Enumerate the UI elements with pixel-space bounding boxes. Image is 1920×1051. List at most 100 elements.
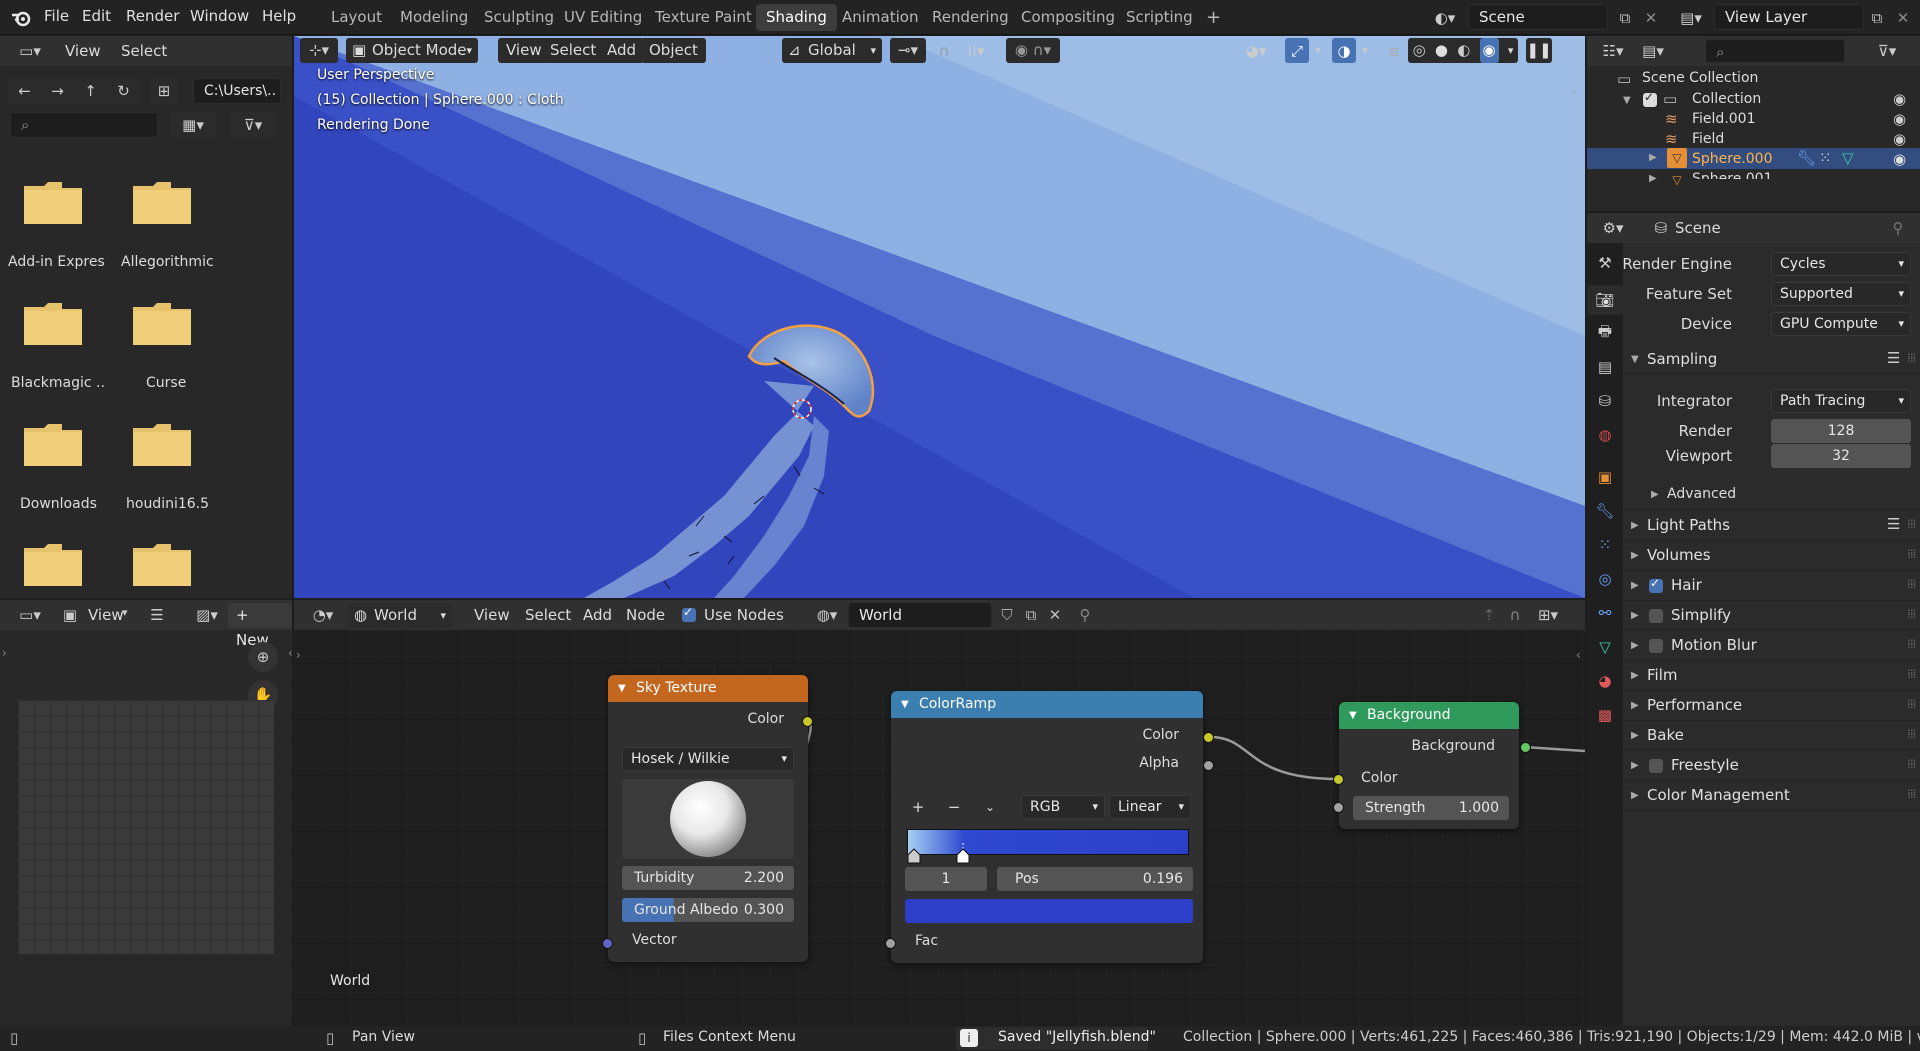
bg-strength-input-socket[interactable] <box>1333 802 1344 813</box>
filter-icon[interactable]: ⊽▾ <box>1867 39 1907 63</box>
snap-grid-icon[interactable]: ⁞⁞▾ <box>956 38 996 63</box>
close-viewlayer-icon[interactable]: ✕ <box>1892 6 1914 30</box>
drag-grip-icon[interactable]: ⁞⁞⁞ <box>1907 757 1917 771</box>
physics-tab-icon[interactable]: ◎ <box>1593 567 1617 591</box>
path-field[interactable]: C:\Users\.. <box>193 78 281 104</box>
stop-color-swatch[interactable] <box>905 899 1193 923</box>
transform-orientation-dropdown[interactable]: ⊿ Global ▾ <box>782 38 882 63</box>
fb-menu-select[interactable]: Select <box>121 42 167 60</box>
xray-icon[interactable]: ⧈ <box>1382 38 1406 63</box>
ramp-color-output-socket[interactable] <box>1203 732 1214 743</box>
tab-uv-editing[interactable]: UV Editing <box>554 4 652 31</box>
pivot-icon[interactable]: ⊸▾ <box>890 38 926 63</box>
new-viewlayer-icon[interactable]: ⧉ <box>1866 6 1888 30</box>
presets-list-icon[interactable]: ☰ <box>1887 515 1900 533</box>
drag-grip-icon[interactable]: ⁞⁞⁞ <box>1907 697 1917 711</box>
pause-render-icon[interactable]: ❚❚ <box>1526 38 1552 63</box>
folder-item[interactable] <box>22 542 88 592</box>
eye-icon[interactable]: ◉ <box>1893 110 1906 128</box>
image-browse-icon[interactable]: ▨▾ <box>190 603 224 627</box>
outliner-item-sphere000[interactable]: Sphere.000 <box>1692 151 1773 167</box>
interpolation-dropdown[interactable]: Linear ▾ <box>1109 795 1191 819</box>
world-tab-icon[interactable]: ◍ <box>1593 423 1617 447</box>
menu-file[interactable]: File <box>44 0 69 35</box>
turbidity-field[interactable]: Turbidity 2.200 <box>622 866 794 890</box>
proportional-edit-icon[interactable]: ◉ ∩▾ <box>1006 38 1060 63</box>
add-workspace-plus-icon[interactable]: + <box>1196 4 1231 31</box>
folder-item[interactable] <box>131 542 197 592</box>
eye-icon[interactable]: ◉ <box>1893 90 1906 108</box>
outliner-item-field001[interactable]: Field.001 <box>1692 111 1756 127</box>
properties-editor[interactable]: ⚙▾ ⛁ Scene ⚲ ⚒ 📷︎ 🖶︎ ▤ ⛁ ◍ ▣ 🔧︎ ⁙ ◎ ⚯ ▽ … <box>1587 213 1920 1026</box>
close-scene-icon[interactable]: ✕ <box>1640 6 1662 30</box>
tab-compositing[interactable]: Compositing <box>1011 4 1125 31</box>
sidebar-toggle-icon[interactable]: ‹ <box>288 646 293 660</box>
tab-sculpting[interactable]: Sculpting <box>474 4 564 31</box>
filter-icon[interactable]: ⊽▾ <box>230 112 276 138</box>
sky-texture-node[interactable]: ▼ Sky Texture Color Hosek / Wilkie ▾ Tur… <box>608 675 808 962</box>
editor-type-icon[interactable]: ▭▾ <box>10 603 50 627</box>
tab-layout[interactable]: Layout <box>321 4 392 31</box>
image-canvas[interactable] <box>18 700 274 954</box>
view-layer-tab-icon[interactable]: ▤ <box>1593 355 1617 379</box>
sun-sphere[interactable] <box>670 781 746 857</box>
rendered-shading-icon[interactable]: ◉ <box>1479 38 1499 63</box>
ramp-stop-handles[interactable] <box>903 843 973 869</box>
data-tab-icon[interactable]: ▽ <box>1593 635 1617 659</box>
tab-texture-paint[interactable]: Texture Paint <box>645 4 762 31</box>
tool-tab-icon[interactable]: ⚒ <box>1593 251 1617 275</box>
viewlayer-browse-icon[interactable]: ▤▾ <box>1676 6 1706 30</box>
colorramp-header[interactable]: ▼ ColorRamp <box>891 691 1203 718</box>
motion-blur-panel-header[interactable]: ▶ Motion Blur ⁞⁞⁞ <box>1623 630 1920 660</box>
stop-position-field[interactable]: Pos 0.196 <box>997 867 1193 891</box>
ramp-menu-chevron-icon[interactable]: ⌄ <box>977 795 1003 819</box>
stop-index-field[interactable]: 1 <box>905 867 987 891</box>
menu-help[interactable]: Help <box>262 0 296 35</box>
pin-icon[interactable]: ⚲ <box>1887 216 1909 240</box>
folder-item[interactable] <box>131 301 197 351</box>
fb-menu-view[interactable]: View <box>65 42 101 60</box>
background-header[interactable]: ▼ Background <box>1339 702 1519 729</box>
report-banner[interactable]: i Saved "Jellyfish.blend" <box>956 1027 1156 1050</box>
collapse-triangle-icon[interactable]: ▼ <box>1349 702 1357 729</box>
menu-edit[interactable]: Edit <box>82 0 111 35</box>
ramp-alpha-output-socket[interactable] <box>1203 760 1214 771</box>
scene-collection-label[interactable]: Scene Collection <box>1642 70 1758 86</box>
color-management-panel-header[interactable]: ▶ Color Management ⁞⁞⁞ <box>1623 780 1920 810</box>
simplify-checkbox[interactable] <box>1649 609 1663 623</box>
new-folder-icon[interactable]: ⊞ <box>150 78 178 104</box>
freestyle-checkbox[interactable] <box>1649 759 1663 773</box>
outliner-search-input[interactable]: ⌕ <box>1705 39 1845 63</box>
sky-vector-input-socket[interactable] <box>602 938 613 949</box>
drag-grip-icon[interactable]: ⁞⁞⁞ <box>1907 667 1917 681</box>
folder-item[interactable] <box>131 180 197 230</box>
drag-grip-icon[interactable]: ⁞⁞⁞ <box>1907 787 1917 801</box>
outliner-item-collection[interactable]: Collection <box>1692 91 1761 107</box>
background-node[interactable]: ▼ Background Background Color Strength 1… <box>1339 702 1519 829</box>
collapse-triangle-icon[interactable]: ▼ <box>618 675 626 702</box>
shader-node-editor[interactable]: ◔▾ ◍ World ▾ View Select Add Node ✓ Use … <box>294 600 1585 1026</box>
sky-texture-header[interactable]: ▼ Sky Texture <box>608 675 808 702</box>
material-tab-icon[interactable]: ◕ <box>1593 669 1617 693</box>
material-shading-icon[interactable]: ◐ <box>1457 38 1470 63</box>
freestyle-panel-header[interactable]: ▶ Freestyle ⁞⁞⁞ <box>1623 750 1920 780</box>
outliner-item-sphere001[interactable]: Sphere.001 <box>1692 171 1773 179</box>
eye-icon[interactable]: ◉ <box>1893 130 1906 148</box>
back-icon[interactable]: ← <box>18 79 31 104</box>
sky-model-dropdown[interactable]: Hosek / Wilkie ▾ <box>622 747 794 771</box>
color-mode-dropdown[interactable]: RGB ▾ <box>1021 795 1105 819</box>
view-layer-field[interactable]: View Layer <box>1714 4 1864 30</box>
sampling-panel-header[interactable]: ▼ Sampling ☰ ⁞⁞⁞ <box>1623 345 1920 375</box>
eye-icon[interactable]: ◉ <box>1893 150 1906 168</box>
editor-type-icon[interactable]: ▭▾ <box>10 39 50 63</box>
presets-list-icon[interactable]: ☰ <box>1887 349 1900 367</box>
scene-tab-icon[interactable]: ⛁ <box>1593 389 1617 413</box>
snap-magnet-icon[interactable]: ∩ <box>932 38 956 63</box>
folder-item[interactable] <box>22 422 88 472</box>
modifier-wrench-icon[interactable]: 🔧︎ <box>1797 149 1816 167</box>
display-mode-icon[interactable]: ▦▾ <box>170 112 216 138</box>
tab-shading[interactable]: Shading <box>756 4 837 31</box>
folder-item[interactable] <box>131 422 197 472</box>
volumes-panel-header[interactable]: ▶ Volumes ⁞⁞⁞ <box>1623 540 1920 570</box>
simplify-panel-header[interactable]: ▶ Simplify ⁞⁞⁞ <box>1623 600 1920 630</box>
